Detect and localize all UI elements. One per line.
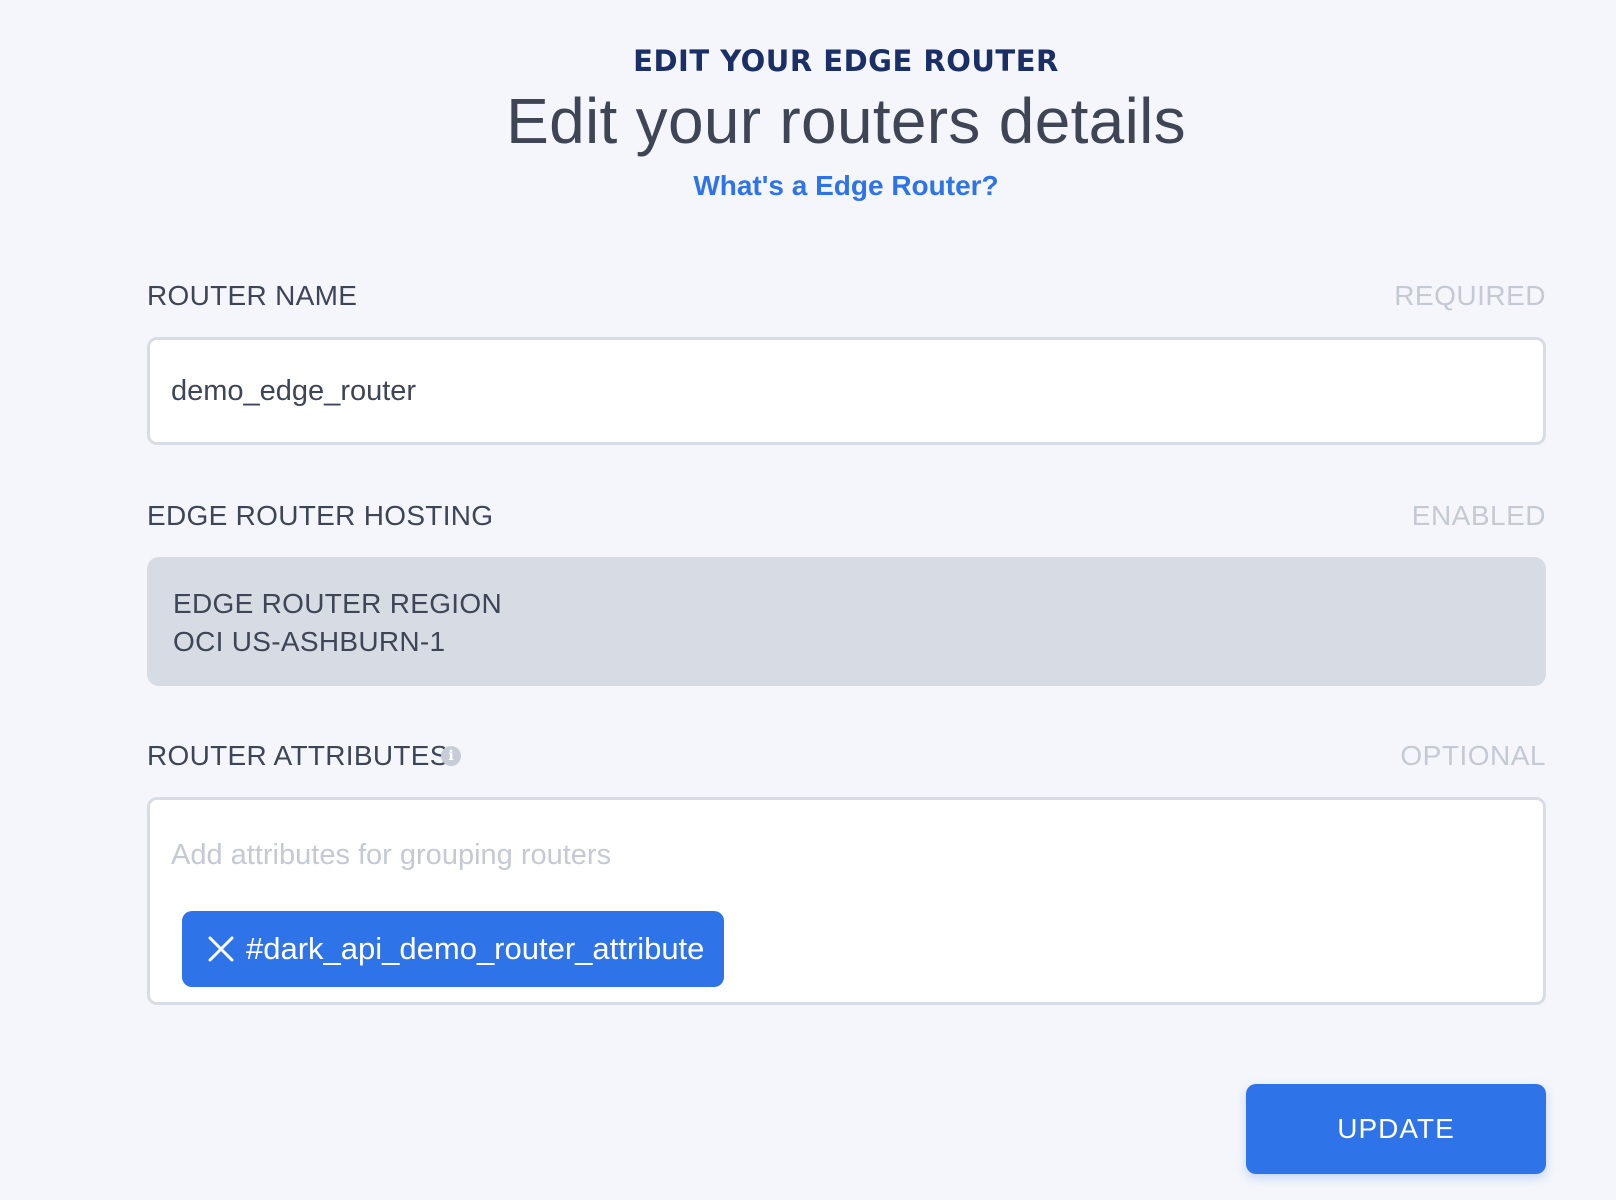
enabled-tag: ENABLED bbox=[1411, 500, 1546, 531]
hosting-region-box: EDGE ROUTER REGION OCI US-ASHBURN-1 bbox=[147, 557, 1546, 686]
attributes-input[interactable] bbox=[171, 830, 1471, 880]
update-button[interactable]: UPDATE bbox=[1246, 1084, 1546, 1174]
hosting-label: EDGE ROUTER HOSTING bbox=[147, 500, 494, 531]
region-value: OCI US-ASHBURN-1 bbox=[173, 626, 446, 657]
attributes-label: ROUTER ATTRIBUTES bbox=[147, 740, 449, 771]
optional-tag: OPTIONAL bbox=[1400, 740, 1546, 771]
router-name-input[interactable] bbox=[147, 337, 1546, 445]
region-label: EDGE ROUTER REGION bbox=[173, 588, 502, 619]
form-eyebrow: EDIT YOUR EDGE ROUTER bbox=[633, 44, 1059, 78]
info-icon[interactable]: i bbox=[441, 746, 461, 766]
attribute-chip[interactable]: #dark_api_demo_router_attribute bbox=[182, 911, 725, 987]
required-tag: REQUIRED bbox=[1394, 280, 1546, 311]
attributes-field[interactable]: #dark_api_demo_router_attribute bbox=[147, 797, 1546, 1005]
close-icon[interactable] bbox=[206, 934, 236, 964]
router-name-label: ROUTER NAME bbox=[147, 280, 358, 311]
help-link[interactable]: What's a Edge Router? bbox=[0, 170, 1616, 202]
page-title: Edit your routers details bbox=[506, 85, 1186, 157]
attribute-chip-label: #dark_api_demo_router_attribute bbox=[246, 931, 705, 966]
